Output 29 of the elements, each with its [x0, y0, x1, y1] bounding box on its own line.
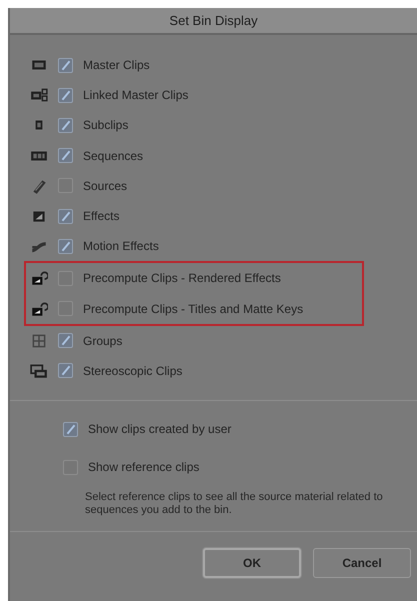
checkbox[interactable]: [63, 422, 78, 437]
checkbox[interactable]: [58, 58, 73, 73]
ok-button[interactable]: OK: [203, 548, 301, 578]
checkbox-label: Groups: [83, 334, 122, 348]
checkbox-label: Show clips created by user: [88, 422, 232, 436]
checkbox-label: Sources: [83, 178, 128, 193]
checkbox[interactable]: [58, 88, 73, 103]
checkbox-label: Effects: [83, 209, 120, 224]
checkbox-label: Master Clips: [83, 58, 150, 72]
checkbox[interactable]: [58, 363, 73, 378]
checkbox-label: Motion Effects: [83, 239, 159, 254]
checkbox-label: Linked Master Clips: [83, 88, 188, 102]
help-text: Select reference clips to see all the source material related to sequences you add to the bin.: [85, 491, 384, 518]
checkbox[interactable]: [58, 118, 73, 133]
window-title: Set Bin Display: [10, 8, 417, 35]
grid-icon: [30, 332, 48, 350]
checkbox-label: Subclips: [83, 118, 128, 132]
checkbox[interactable]: [58, 208, 73, 224]
checkbox-label: Precompute Clips - Rendered Effects: [83, 271, 281, 286]
checkbox[interactable]: [58, 238, 73, 254]
checkbox-label: Precompute Clips - Titles and Matte Keys: [83, 302, 304, 316]
cancel-button[interactable]: Cancel: [313, 548, 411, 578]
checkbox-label: Stereoscopic Clips: [83, 364, 182, 378]
stacked-frames-icon: [30, 362, 48, 380]
checkbox-label: Sequences: [83, 148, 144, 163]
linked-clip-icon: [30, 86, 48, 104]
checkbox[interactable]: [58, 333, 73, 348]
checkbox-label: Show reference clips: [88, 460, 200, 474]
checkbox[interactable]: [58, 148, 73, 164]
